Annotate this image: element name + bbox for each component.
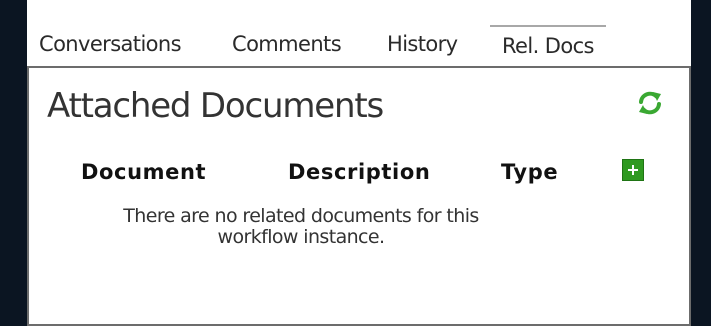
empty-state-message: There are no related documents for this …	[123, 205, 479, 248]
add-document-button[interactable]	[622, 159, 644, 181]
tab-bar: Conversations Comments History Rel. Docs	[27, 25, 691, 67]
column-header-description: Description	[288, 160, 431, 184]
tab-history[interactable]: History	[387, 32, 458, 56]
tab-comments[interactable]: Comments	[232, 32, 342, 56]
column-header-type: Type	[501, 160, 559, 184]
section-title: Attached Documents	[47, 86, 384, 126]
attached-documents-section: Attached Documents Document Description …	[27, 66, 691, 326]
tab-rel-docs[interactable]: Rel. Docs	[490, 25, 606, 67]
related-docs-panel: Conversations Comments History Rel. Docs…	[27, 0, 691, 326]
column-header-document: Document	[81, 160, 207, 184]
refresh-icon[interactable]	[637, 90, 663, 116]
refresh-icon-graphic	[639, 91, 661, 115]
tab-conversations[interactable]: Conversations	[39, 32, 182, 56]
